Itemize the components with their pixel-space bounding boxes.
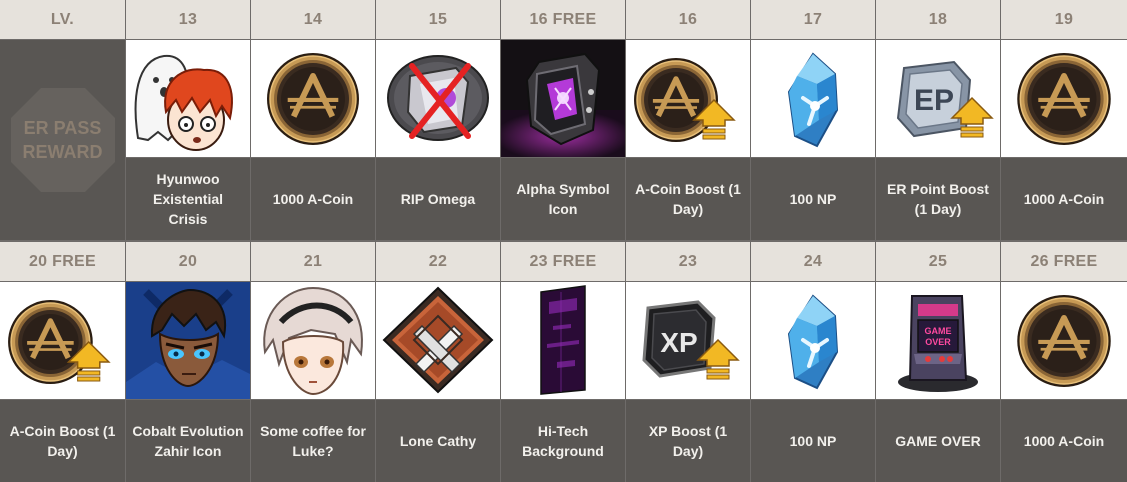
reward-image[interactable]: GAME OVER: [876, 282, 1000, 399]
level-header: 17: [751, 0, 875, 39]
reward-label: Some coffee for Luke?: [251, 400, 375, 482]
np-crystal-icon: [751, 40, 875, 157]
level-header: 16 FREE: [501, 0, 625, 39]
reward-image[interactable]: [251, 40, 375, 157]
reward-label: Lone Cathy: [376, 400, 500, 482]
er-pass-label-line2: REWARD: [22, 142, 103, 162]
ep-boost-icon: EP: [876, 40, 1000, 157]
a-coin-icon: [251, 40, 375, 157]
reward-label: A-Coin Boost (1 Day): [626, 158, 750, 240]
svg-text:OVER: OVER: [925, 337, 951, 347]
level-header-label: LV.: [0, 0, 125, 39]
game-over-arcade-icon: GAME OVER: [876, 282, 1000, 399]
a-coin-icon: [1001, 282, 1127, 399]
reward-image[interactable]: [751, 40, 875, 157]
a-coin-boost-icon: [626, 40, 750, 157]
reward-label: Hyunwoo Existential Crisis: [126, 158, 250, 240]
reward-label: RIP Omega: [376, 158, 500, 240]
er-pass-reward-table: LV. ER PASS REWARD 13 Hyunwoo Existentia…: [0, 0, 1127, 482]
reward-image[interactable]: [1001, 40, 1127, 157]
reward-label: ER Point Boost (1 Day): [876, 158, 1000, 240]
level-header: 23: [626, 242, 750, 281]
reward-label: GAME OVER: [876, 400, 1000, 482]
zahir-portrait-icon: [126, 282, 250, 399]
reward-label: 100 NP: [751, 158, 875, 240]
reward-label: 1000 A-Coin: [1001, 400, 1127, 482]
svg-text:EP: EP: [914, 84, 954, 117]
reward-image[interactable]: [501, 282, 625, 399]
reward-label: XP Boost (1 Day): [626, 400, 750, 482]
svg-text:GAME: GAME: [925, 326, 952, 336]
reward-image[interactable]: XP: [626, 282, 750, 399]
reward-image[interactable]: [376, 282, 500, 399]
hyunwoo-emote-icon: [126, 40, 250, 157]
reward-label: Cobalt Evolution Zahir Icon: [126, 400, 250, 482]
lone-cathy-icon: [376, 282, 500, 399]
reward-image[interactable]: [501, 40, 625, 157]
a-coin-boost-icon: [0, 282, 125, 399]
level-header: 23 FREE: [501, 242, 625, 281]
reward-image[interactable]: [126, 40, 250, 157]
reward-image[interactable]: [0, 282, 125, 399]
level-header: 16: [626, 0, 750, 39]
er-pass-reward-panel: ER PASS REWARD: [0, 40, 125, 240]
er-pass-reward-label: ER PASS REWARD: [23, 116, 103, 164]
xp-boost-icon: XP: [626, 282, 750, 399]
reward-label: 1000 A-Coin: [251, 158, 375, 240]
reward-image[interactable]: [126, 282, 250, 399]
reward-image[interactable]: [626, 40, 750, 157]
reward-image[interactable]: [751, 282, 875, 399]
a-coin-icon: [1001, 40, 1127, 157]
er-pass-label-line1: ER PASS: [23, 118, 102, 138]
luke-emote-icon: [251, 282, 375, 399]
level-header: 13: [126, 0, 250, 39]
reward-label: Hi-Tech Background: [501, 400, 625, 482]
alpha-symbol-icon: [501, 40, 625, 157]
reward-label: Alpha Symbol Icon: [501, 158, 625, 240]
level-header: 20 FREE: [0, 242, 125, 281]
level-header: 22: [376, 242, 500, 281]
reward-label: A-Coin Boost (1 Day): [0, 400, 125, 482]
level-header: 21: [251, 242, 375, 281]
svg-text:XP: XP: [660, 327, 697, 358]
reward-label: 100 NP: [751, 400, 875, 482]
hi-tech-background-icon: [501, 282, 625, 399]
level-header: 26 FREE: [1001, 242, 1127, 281]
level-header: 19: [1001, 0, 1127, 39]
level-header: 15: [376, 0, 500, 39]
level-header: 20: [126, 242, 250, 281]
level-header: 25: [876, 242, 1000, 281]
np-crystal-icon: [751, 282, 875, 399]
rip-omega-icon: [376, 40, 500, 157]
reward-image[interactable]: [376, 40, 500, 157]
level-header: 24: [751, 242, 875, 281]
reward-label: 1000 A-Coin: [1001, 158, 1127, 240]
level-header: 14: [251, 0, 375, 39]
level-header: 18: [876, 0, 1000, 39]
octagon-badge: ER PASS REWARD: [7, 84, 119, 196]
reward-image[interactable]: [1001, 282, 1127, 399]
reward-image[interactable]: [251, 282, 375, 399]
reward-image[interactable]: EP: [876, 40, 1000, 157]
